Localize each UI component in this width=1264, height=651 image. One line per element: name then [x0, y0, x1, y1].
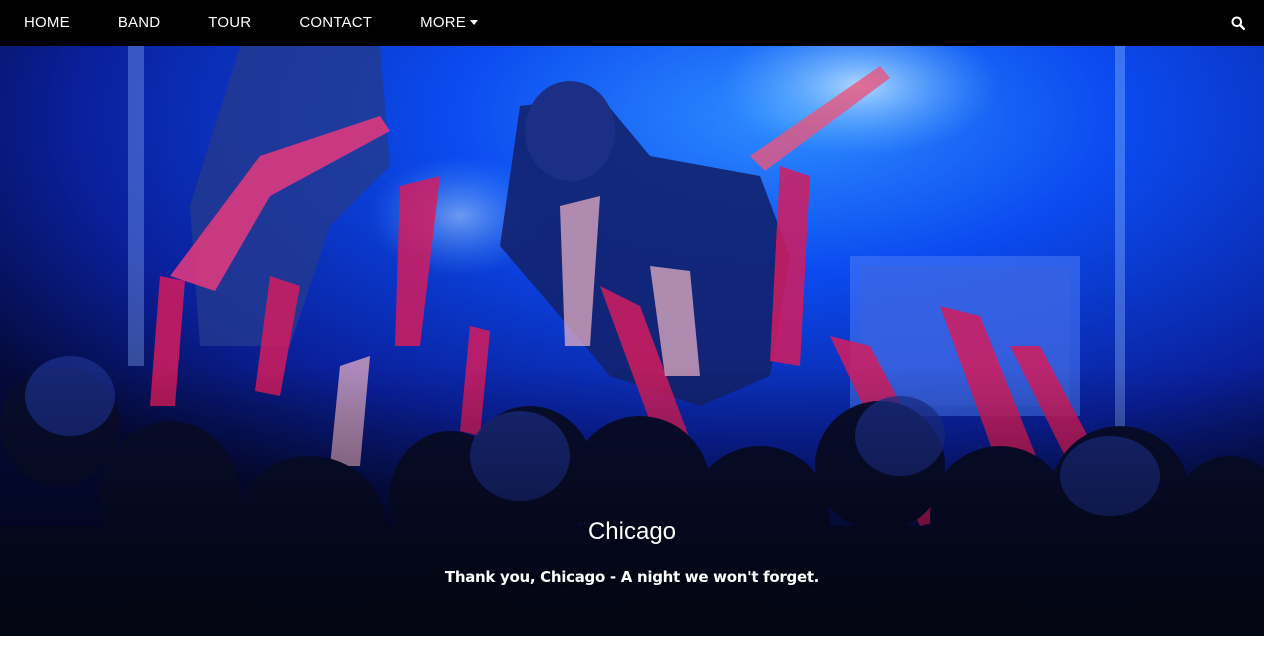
search-button[interactable] [1226, 0, 1250, 46]
nav-tour[interactable]: TOUR [184, 0, 275, 46]
slide-caption: Thank you, Chicago - A night we won't fo… [444, 568, 820, 586]
nav-home[interactable]: HOME [0, 0, 94, 46]
top-navbar: HOME BAND TOUR CONTACT MORE [0, 0, 1264, 46]
concert-photo [0, 46, 1264, 636]
caret-down-icon [469, 19, 478, 25]
nav-more-label: MORE [420, 14, 466, 31]
search-icon [1231, 16, 1245, 30]
hero-slideshow: Chicago Thank you, Chicago - A night we … [0, 46, 1264, 636]
nav-more-dropdown[interactable]: MORE [396, 0, 502, 46]
slide-title: Chicago [587, 518, 677, 545]
nav-contact[interactable]: CONTACT [275, 0, 396, 46]
nav-band[interactable]: BAND [94, 0, 184, 46]
